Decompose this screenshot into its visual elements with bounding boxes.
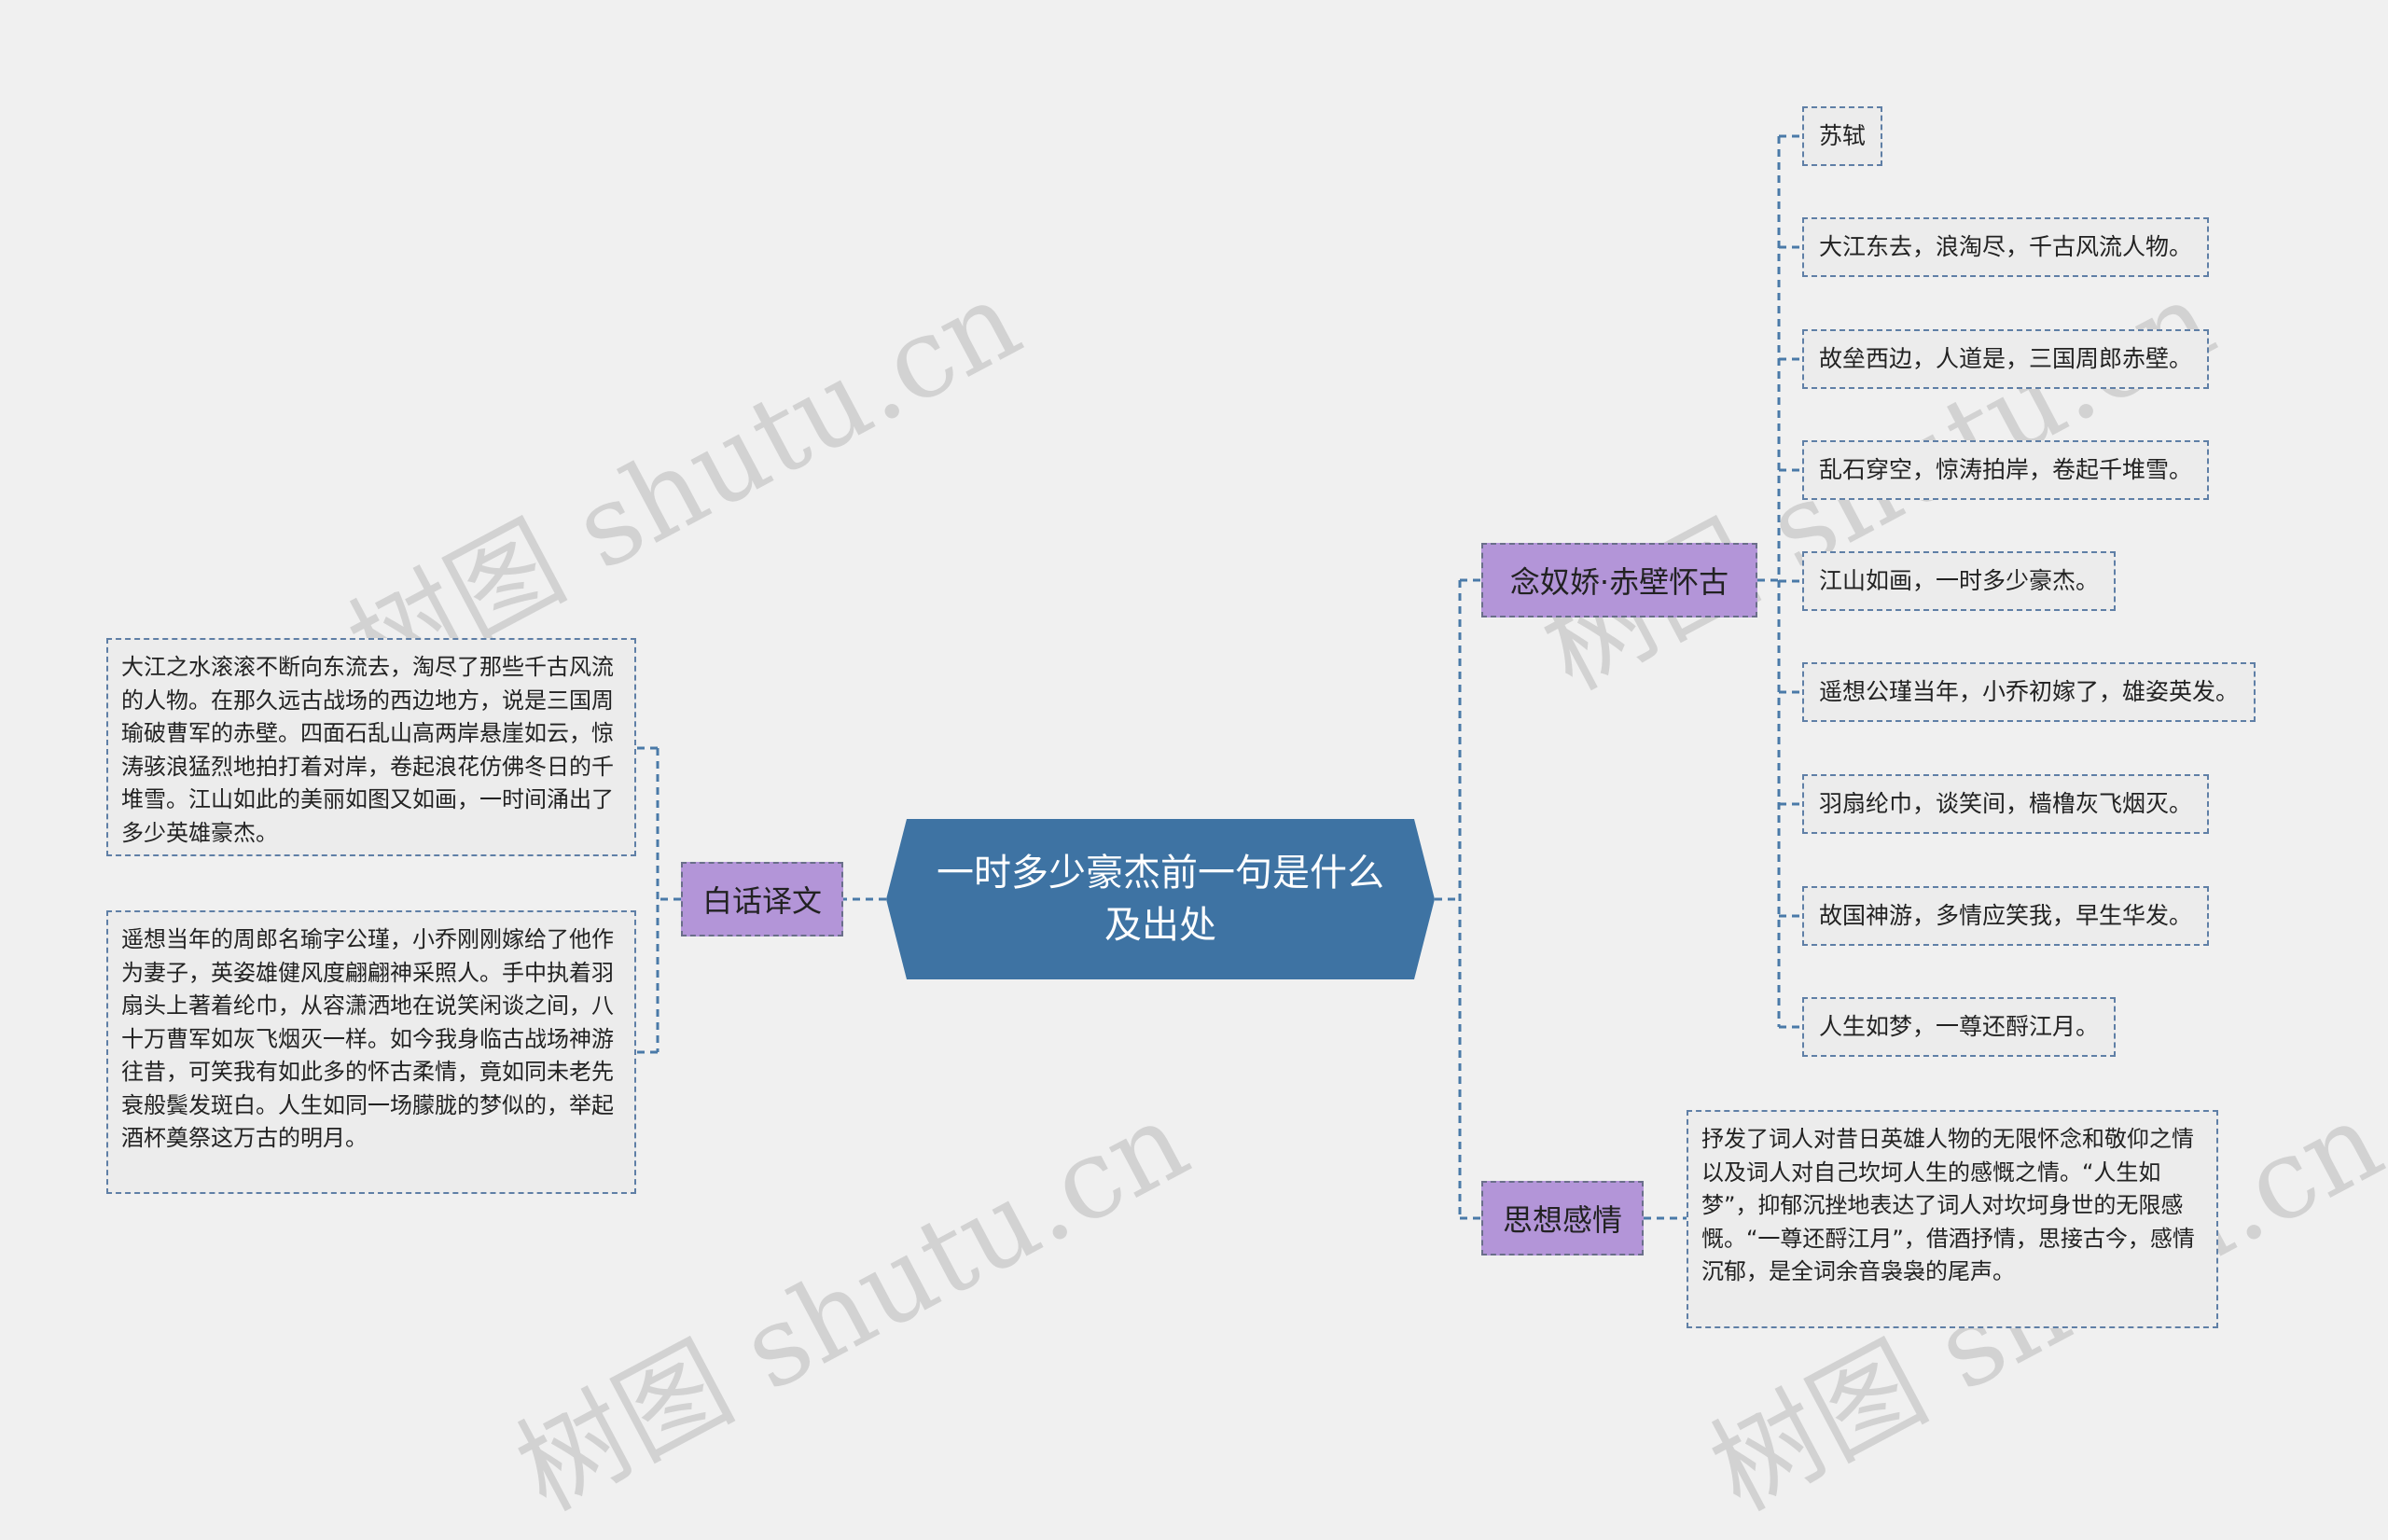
- leaf-line-5[interactable]: 遥想公瑾当年，小乔初嫁了，雄姿英发。: [1802, 662, 2256, 722]
- translation-paragraph-1[interactable]: 大江之水滚滚不断向东流去，淘尽了那些千古风流的人物。在那久远古战场的西边地方，说…: [106, 638, 636, 856]
- leaf-line-2[interactable]: 故垒西边，人道是，三国周郎赤壁。: [1802, 329, 2210, 389]
- mindmap-canvas: 树图 shutu.cn 树图 shutu.cn 树图 shutu.cn 树图 s…: [0, 0, 2388, 1535]
- leaf-text: 乱石穿空，惊涛拍岸，卷起千堆雪。: [1819, 456, 2193, 483]
- leaf-line-1[interactable]: 大江东去，浪淘尽，千古风流人物。: [1802, 217, 2210, 277]
- root-topic[interactable]: 一时多少豪杰前一句是什么及出处: [886, 819, 1435, 979]
- root-title: 一时多少豪杰前一句是什么及出处: [937, 852, 1384, 947]
- paragraph-text: 遥想当年的周郎名瑜字公瑾，小乔刚刚嫁给了他作为妻子，英姿雄健风度翩翩神采照人。手…: [121, 926, 614, 1151]
- leaf-text: 江山如画，一时多少豪杰。: [1819, 567, 2100, 594]
- leaf-text: 故国神游，多情应笑我，早生华发。: [1819, 902, 2193, 929]
- branch-poem[interactable]: 念奴娇·赤壁怀古: [1481, 543, 1757, 617]
- translation-paragraph-2[interactable]: 遥想当年的周郎名瑜字公瑾，小乔刚刚嫁给了他作为妻子，英姿雄健风度翩翩神采照人。手…: [106, 910, 636, 1194]
- emotion-text-content: 抒发了词人对昔日英雄人物的无限怀念和敬仰之情以及词人对自己坎坷人生的感慨之情。“…: [1701, 1126, 2195, 1284]
- leaf-line-3[interactable]: 乱石穿空，惊涛拍岸，卷起千堆雪。: [1802, 440, 2210, 500]
- leaf-line-4[interactable]: 江山如画，一时多少豪杰。: [1802, 551, 2117, 611]
- leaf-text: 遥想公瑾当年，小乔初嫁了，雄姿英发。: [1819, 678, 2240, 705]
- branch-poem-label: 念奴娇·赤壁怀古: [1509, 564, 1729, 600]
- leaf-line-8[interactable]: 人生如梦，一尊还酹江月。: [1802, 997, 2117, 1057]
- leaf-line-6[interactable]: 羽扇纶巾，谈笑间，樯橹灰飞烟灭。: [1802, 774, 2210, 834]
- leaf-text: 人生如梦，一尊还酹江月。: [1819, 1013, 2100, 1040]
- leaf-text: 羽扇纶巾，谈笑间，樯橹灰飞烟灭。: [1819, 790, 2193, 817]
- branch-translation[interactable]: 白话译文: [681, 862, 843, 936]
- paragraph-text: 大江之水滚滚不断向东流去，淘尽了那些千古风流的人物。在那久远古战场的西边地方，说…: [121, 654, 614, 846]
- emotion-text[interactable]: 抒发了词人对昔日英雄人物的无限怀念和敬仰之情以及词人对自己坎坷人生的感慨之情。“…: [1687, 1110, 2218, 1328]
- branch-emotion[interactable]: 思想感情: [1481, 1181, 1644, 1256]
- leaf-text: 苏轼: [1819, 122, 1867, 149]
- leaf-text: 故垒西边，人道是，三国周郎赤壁。: [1819, 345, 2193, 372]
- leaf-line-7[interactable]: 故国神游，多情应笑我，早生华发。: [1802, 886, 2210, 946]
- leaf-text: 大江东去，浪淘尽，千古风流人物。: [1819, 233, 2193, 260]
- leaf-author[interactable]: 苏轼: [1802, 106, 1883, 166]
- branch-translation-label: 白话译文: [701, 883, 822, 919]
- branch-emotion-label: 思想感情: [1502, 1202, 1622, 1238]
